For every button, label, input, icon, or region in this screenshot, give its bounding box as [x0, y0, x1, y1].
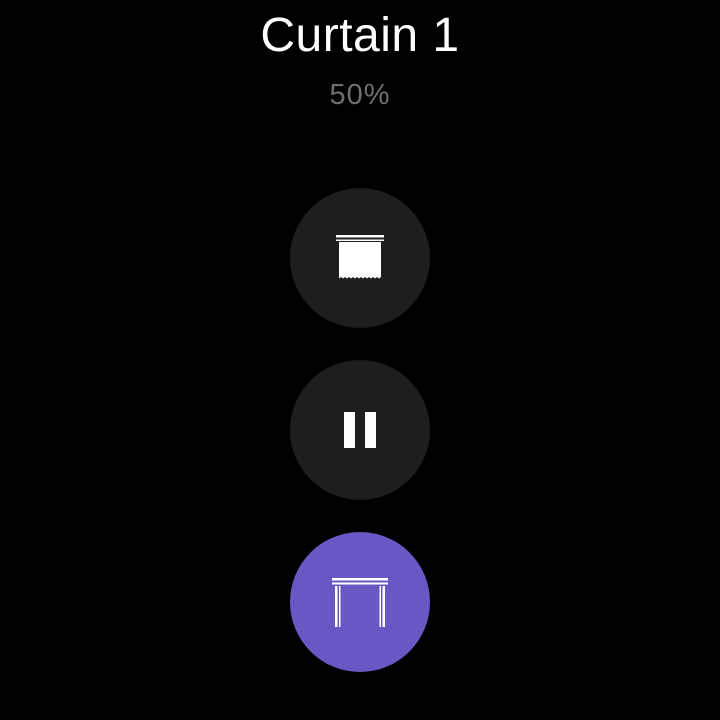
open-curtain-button[interactable] [290, 532, 430, 672]
curtain-open-icon [332, 578, 388, 627]
curtain-control-screen: Curtain 1 50% [0, 0, 720, 720]
position-percentage: 50% [329, 79, 391, 111]
pause-button[interactable] [290, 360, 430, 500]
curtain-closed-icon [336, 235, 384, 279]
close-curtain-button[interactable] [290, 188, 430, 328]
pause-icon [344, 412, 376, 448]
device-title: Curtain 1 [260, 9, 460, 62]
